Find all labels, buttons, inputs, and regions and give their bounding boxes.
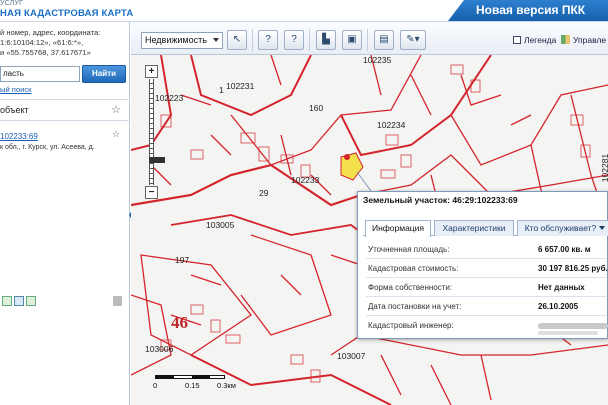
search-hint: й номер, адрес, координата: 1:6:10104:12… [0,28,128,58]
tab-who-serves[interactable]: Кто обслуживает? [517,220,608,236]
favorite-star-icon[interactable]: ☆ [112,129,120,140]
export-icon[interactable] [2,296,12,306]
info-value: 26.10.2005 [538,302,579,311]
toolbar-divider [367,29,368,51]
info-row: Дата постановки на учет: 26.10.2005 [366,298,606,316]
map-label: 102281 [600,153,608,183]
map-label: 103007 [337,351,366,361]
star-icon[interactable]: ☆ [111,103,121,116]
scale-bar-graphic [155,375,225,379]
map-label: 102223 [155,93,184,103]
find-button[interactable]: Найти [82,65,126,83]
search-hint-line: 1:6:10104:12», «61:6:*», [0,38,84,47]
popup-tabs: Информация Характеристики Кто обслуживае… [363,220,608,237]
map-label: 29 [259,188,269,198]
layer-select[interactable]: Недвижимость [141,32,223,49]
building-icon[interactable]: ▙ [316,30,336,50]
search-hint-line: и «55.755768, 37.617671» [0,48,91,57]
object-address: к обл., г. Курск, ул. Асеева, д. [0,144,95,151]
basket-icon[interactable]: ▣ [342,30,362,50]
info-key: Форма собственности: [368,283,453,292]
info-row: Кадастровый инженер: [366,317,608,339]
info-row: Уточненная площадь: 6 657.00 кв. м [366,241,606,259]
objects-header: объект [0,105,29,115]
map-label: 1 [219,85,224,95]
result-tools [2,296,126,310]
info-key: Дата постановки на учет: [368,302,462,311]
toolbar-divider [309,29,310,51]
scale-label: 0 [153,381,158,390]
info-value: 30 197 816.25 руб. [538,264,608,273]
layer-select-value: Недвижимость [145,35,207,45]
search-hint-line: й номер, адрес, координата: [0,28,101,37]
chevron-down-icon [599,226,606,230]
zoom-in-button[interactable]: + [145,65,158,78]
map-label: 103006 [145,344,174,354]
popup-title: Земельный участок: 46:29:102233:69 [363,195,518,205]
tab-information[interactable]: Информация [365,220,431,237]
zoom-slider-track[interactable] [149,79,165,185]
brand-title[interactable]: НАЯ КАДАСТРОВАЯ КАРТА [0,8,133,19]
redacted-value [538,331,598,335]
divider [0,120,130,121]
legend-checkbox[interactable] [513,36,521,44]
zoom-slider-thumb[interactable] [149,157,165,163]
region-number: 46 [171,313,188,332]
chevron-down-icon [213,38,219,42]
brand-subtitle: УСЛУГ [0,0,24,7]
legend-toggle[interactable]: Легенда [513,35,556,45]
scale-bar: 0 0.15 0.3км [151,371,241,391]
map-label: 197 [175,255,190,265]
search-input[interactable]: ласть [0,66,80,82]
map-toolbar: Недвижимость ↖ ? ? ▙ ▣ ▤ ✎▾ Легенда Упра… [131,22,608,55]
trash-icon[interactable] [113,296,122,306]
parcel-info-popup: Земельный участок: 46:29:102233:69 Инфор… [357,191,608,339]
tools-dropdown-icon[interactable]: ✎▾ [400,30,426,50]
measure-button[interactable]: ? [258,30,278,50]
map-label: 102231 [226,81,255,91]
info-key: Кадастровая стоимость: [368,264,459,273]
map-canvas[interactable]: 102231 102223 160 102235 102234 102233 1… [131,55,608,405]
scale-label: 0.3км [217,381,236,390]
info-row: Кадастровая стоимость: 30 197 816.25 руб… [366,260,608,278]
map-label: 102235 [363,55,392,65]
map-label: 103005 [206,220,235,230]
info-value: Нет данных [538,283,585,292]
help-button[interactable]: ? [284,30,304,50]
divider [0,99,130,100]
info-row: Форма собственности: Нет данных [366,279,606,297]
left-panel: й номер, адрес, координата: 1:6:10104:12… [0,22,130,405]
object-link[interactable]: 102233:69 [0,132,38,141]
manage-label: Управле [573,35,607,45]
legend-label: Легенда [524,35,557,45]
layers-icon [561,35,570,44]
scale-label: 0.15 [185,381,200,390]
advanced-search-link[interactable]: ый поиск [0,85,32,94]
new-version-link[interactable]: Новая версия ПКК [448,0,608,21]
print-icon[interactable] [14,296,24,306]
tab-who-serves-label: Кто обслуживает? [524,223,597,233]
excel-icon[interactable] [26,296,36,306]
zoom-control: + − [145,65,165,199]
info-key: Кадастровый инженер: [368,321,454,330]
map-label: 160 [309,103,324,113]
identify-cursor-button[interactable]: ↖ [227,30,247,50]
info-key: Уточненная площадь: [368,245,450,254]
info-value: 6 657.00 кв. м [538,245,591,254]
tab-characteristics[interactable]: Характеристики [434,220,514,236]
zoom-out-button[interactable]: − [145,186,158,199]
map-label: 102233 [291,175,320,185]
redacted-value [538,323,608,329]
toolbar-divider [252,29,253,51]
map-label: 102234 [377,120,406,130]
print-map-icon[interactable]: ▤ [374,30,394,50]
layers-manage[interactable]: Управле [561,35,606,45]
top-banner: УСЛУГ НАЯ КАДАСТРОВАЯ КАРТА Новая версия… [0,0,608,22]
map-marker-icon [344,154,350,160]
